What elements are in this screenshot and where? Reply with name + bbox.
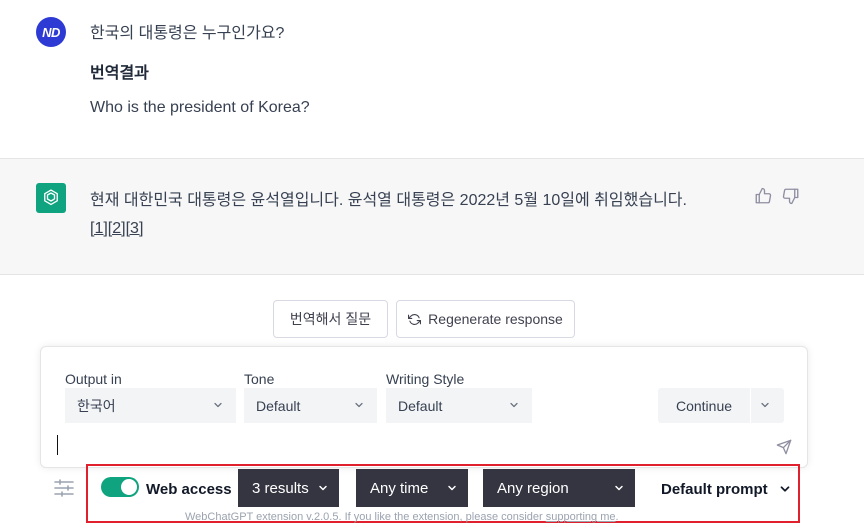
assistant-message: 현재 대한민국 대통령은 윤석열입니다. 윤석열 대통령은 2022년 5월 1… <box>0 158 864 275</box>
time-range-value: Any time <box>370 479 429 497</box>
tone-value: Default <box>256 397 301 414</box>
tone-select[interactable]: Default <box>244 388 377 423</box>
thumbs-up-icon[interactable] <box>754 187 772 205</box>
chevron-down-icon[interactable] <box>778 482 792 496</box>
time-range-select[interactable]: Any time <box>356 469 468 507</box>
user-question: 한국의 대통령은 누구인가요? <box>90 25 285 42</box>
prompt-input[interactable] <box>57 435 58 455</box>
writing-style-select[interactable]: Default <box>386 388 532 423</box>
sliders-icon[interactable] <box>54 479 74 497</box>
thumbs-down-icon[interactable] <box>782 187 800 205</box>
prompt-select[interactable]: Default prompt <box>661 481 768 498</box>
chevron-down-icon <box>510 402 518 408</box>
writing-style-label: Writing Style <box>386 371 465 387</box>
results-count-value: 3 results <box>252 479 309 497</box>
translate-and-ask-label: 번역해서 질문 <box>289 311 372 327</box>
webchatgpt-toolbar: Web access 3 results Any time Any region… <box>86 464 800 523</box>
continue-button-group: Continue <box>658 388 784 423</box>
translation-title: 번역결과 <box>90 65 149 82</box>
chevron-down-icon <box>214 402 222 408</box>
regenerate-label: Regenerate response <box>428 311 563 327</box>
chevron-down-icon <box>355 402 363 408</box>
footer-end: . <box>615 511 619 523</box>
assistant-text: 현재 대한민국 대통령은 윤석열입니다. 윤석열 대통령은 2022년 5월 1… <box>90 187 750 243</box>
web-access-label: Web access <box>146 481 232 498</box>
output-language-value: 한국어 <box>77 397 116 414</box>
writing-style-value: Default <box>398 397 443 414</box>
supporting-me-link[interactable]: supporting me <box>546 511 616 523</box>
extension-footer: WebChatGPT extension v.2.0.5. If you lik… <box>185 511 619 523</box>
citation-link-1[interactable]: [1] <box>90 220 108 237</box>
chevron-down-icon <box>319 485 327 491</box>
divider <box>750 388 751 423</box>
translate-and-ask-button[interactable]: 번역해서 질문 <box>273 300 388 338</box>
translation-text: Who is the president of Korea? <box>90 99 310 116</box>
citation-link-2[interactable]: [2] <box>108 220 126 237</box>
web-access-toggle[interactable] <box>101 477 139 497</box>
toggle-knob <box>121 479 137 495</box>
tone-label: Tone <box>244 371 275 387</box>
user-avatar: ND <box>36 17 66 47</box>
user-message: ND 한국의 대통령은 누구인가요? 번역결과 Who is the presi… <box>0 0 864 158</box>
output-language-select[interactable]: 한국어 <box>65 388 236 423</box>
chevron-down-icon <box>615 485 623 491</box>
refresh-icon <box>408 313 422 325</box>
continue-options-chevron-icon[interactable] <box>759 399 771 411</box>
regenerate-response-button[interactable]: Regenerate response <box>396 300 575 338</box>
chatgpt-logo-icon <box>36 183 66 213</box>
citation-link-3[interactable]: [3] <box>126 220 144 237</box>
chevron-down-icon <box>448 485 456 491</box>
footer-text: WebChatGPT extension v.2.0.5. If you lik… <box>185 511 546 523</box>
results-count-select[interactable]: 3 results <box>238 469 339 507</box>
continue-button[interactable]: Continue <box>658 388 750 423</box>
output-in-label: Output in <box>65 371 122 387</box>
assistant-answer: 현재 대한민국 대통령은 윤석열입니다. 윤석열 대통령은 2022년 5월 1… <box>90 192 687 209</box>
send-icon[interactable] <box>776 439 792 455</box>
prompt-panel: Output in 한국어 Tone Default Writing Style… <box>40 346 808 468</box>
continue-label: Continue <box>675 397 733 414</box>
region-select[interactable]: Any region <box>483 469 635 507</box>
region-value: Any region <box>497 479 569 497</box>
